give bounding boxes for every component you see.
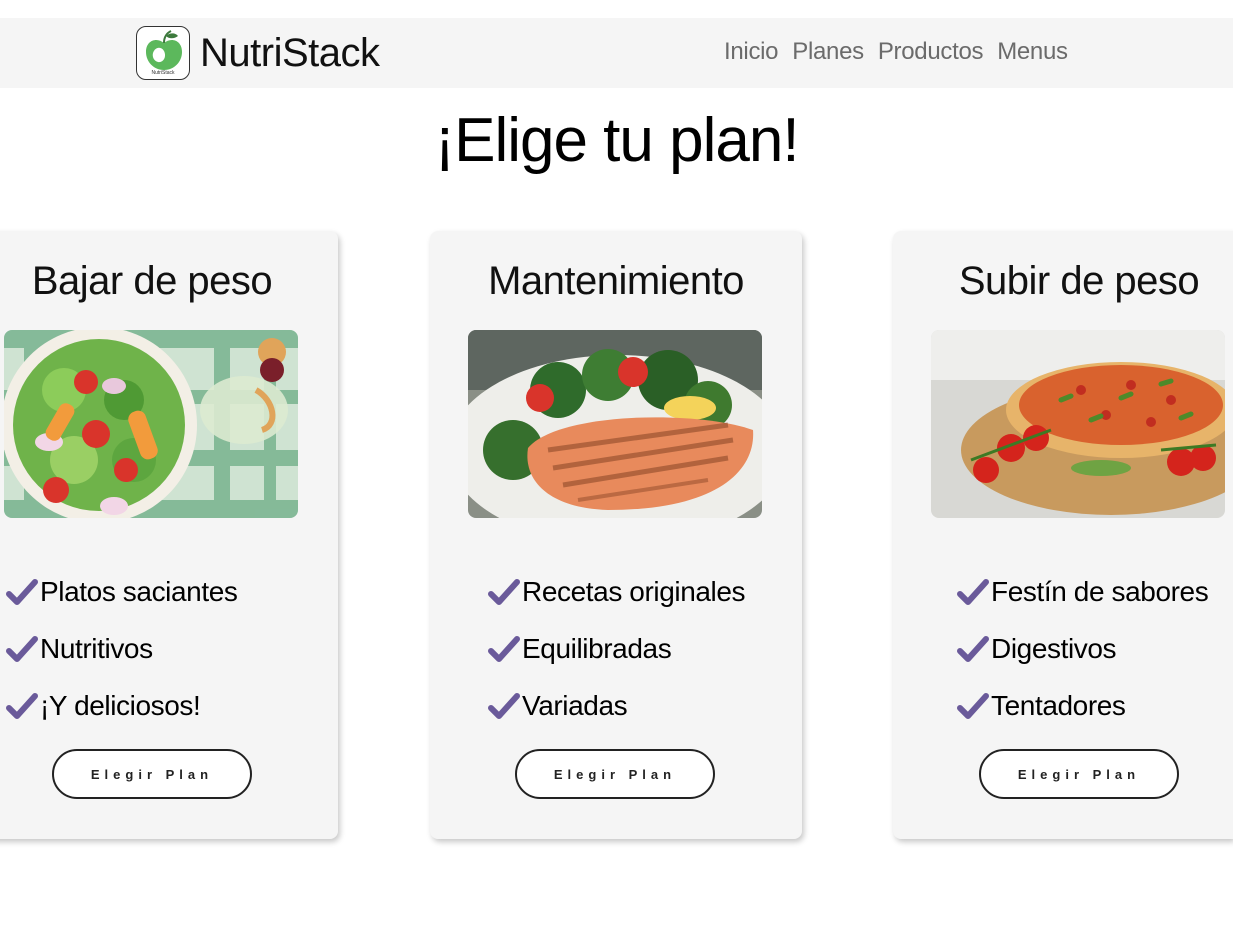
- brand-name: NutriStack: [200, 30, 380, 75]
- check-icon: [488, 692, 520, 719]
- navbar: NutriStack NutriStack Inicio Planes Prod…: [0, 18, 1233, 88]
- salad-image: [4, 330, 298, 518]
- list-item: Equilibradas: [488, 620, 802, 677]
- list-item: Nutritivos: [6, 620, 338, 677]
- list-item: Digestivos: [957, 620, 1233, 677]
- plan-title: Bajar de peso: [31, 259, 273, 303]
- feature-label: Platos saciantes: [40, 575, 238, 607]
- check-icon: [6, 635, 38, 662]
- page-title: ¡Elige tu plan!: [434, 106, 799, 175]
- list-item: Recetas originales: [488, 563, 802, 620]
- list-item: Platos saciantes: [6, 563, 338, 620]
- choose-plan-button[interactable]: Elegir Plan: [515, 749, 715, 799]
- check-icon: [957, 635, 989, 662]
- feature-label: Variadas: [522, 689, 628, 721]
- nav-link-productos[interactable]: Productos: [878, 38, 984, 66]
- check-icon: [957, 692, 989, 719]
- salmon-image: [468, 330, 762, 518]
- plan-card: Subir de peso Festín de sabores Digestiv…: [893, 231, 1233, 839]
- nav-link-planes[interactable]: Planes: [792, 38, 864, 66]
- feature-label: Tentadores: [991, 689, 1126, 721]
- check-icon: [488, 578, 520, 605]
- nav-link-menus[interactable]: Menus: [997, 38, 1068, 66]
- feature-label: Equilibradas: [522, 632, 672, 664]
- feature-label: Digestivos: [991, 632, 1117, 664]
- logo-caption: NutriStack: [151, 70, 175, 76]
- feature-list: Platos saciantes Nutritivos ¡Y delicioso…: [0, 563, 338, 734]
- feature-label: Recetas originales: [522, 575, 746, 607]
- list-item: Variadas: [488, 677, 802, 734]
- pizza-image: [931, 330, 1225, 518]
- nav-links: Inicio Planes Productos Menus: [724, 38, 1068, 66]
- feature-label: ¡Y deliciosos!: [40, 689, 201, 721]
- choose-plan-button[interactable]: Elegir Plan: [52, 749, 252, 799]
- list-item: ¡Y deliciosos!: [6, 677, 338, 734]
- check-icon: [6, 692, 38, 719]
- check-icon: [488, 635, 520, 662]
- plan-card: Mantenimiento Recetas originales Equilib…: [430, 231, 802, 839]
- feature-label: Festín de sabores: [991, 575, 1209, 607]
- check-icon: [957, 578, 989, 605]
- feature-list: Recetas originales Equilibradas Variadas: [430, 563, 802, 734]
- plan-card: Bajar de peso Platos saciantes Nutritivo…: [0, 231, 338, 839]
- brand-link[interactable]: NutriStack NutriStack: [136, 26, 380, 80]
- feature-label: Nutritivos: [40, 632, 153, 664]
- nav-link-inicio[interactable]: Inicio: [724, 38, 779, 66]
- plan-title: Mantenimiento: [488, 259, 744, 303]
- plan-title: Subir de peso: [958, 259, 1200, 303]
- list-item: Tentadores: [957, 677, 1233, 734]
- logo: NutriStack: [136, 26, 190, 80]
- list-item: Festín de sabores: [957, 563, 1233, 620]
- choose-plan-button[interactable]: Elegir Plan: [979, 749, 1179, 799]
- feature-list: Festín de sabores Digestivos Tentadores: [893, 563, 1233, 734]
- check-icon: [6, 578, 38, 605]
